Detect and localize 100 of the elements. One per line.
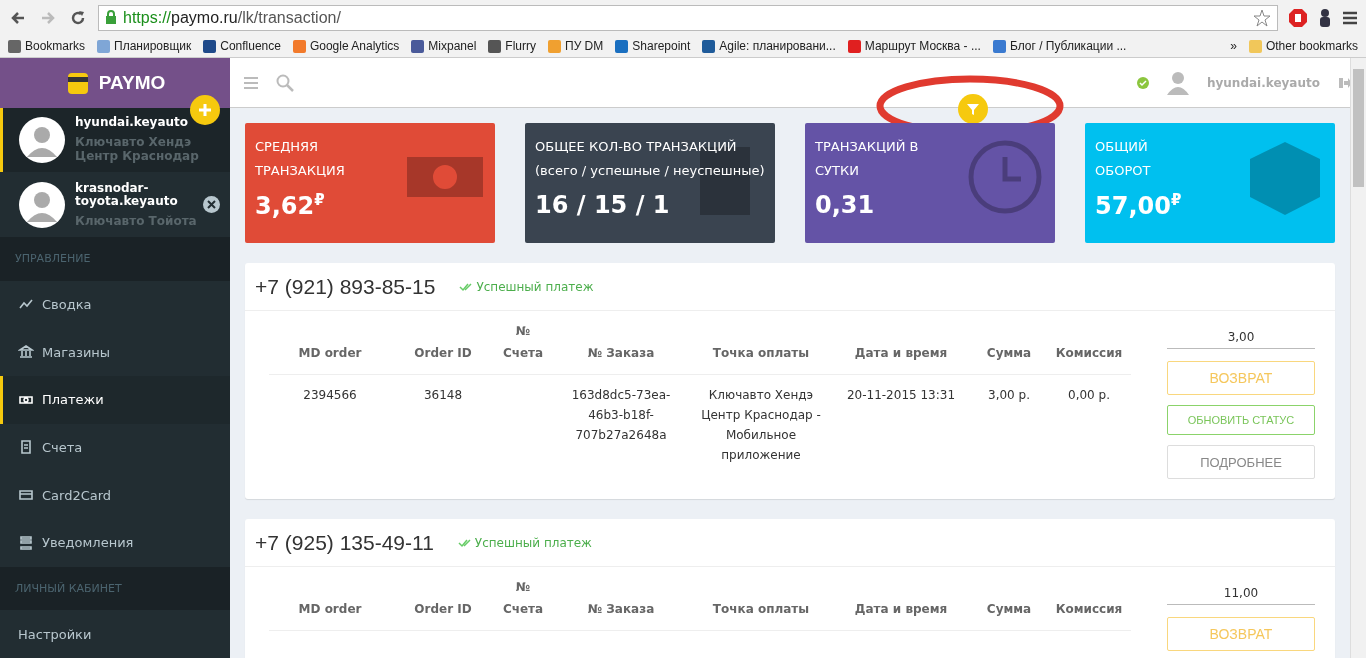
close-icon <box>207 200 216 210</box>
table-cell: 3,00 р. <box>988 388 1030 402</box>
section-title: УПРАВЛЕНИЕ <box>0 236 230 281</box>
nav-icon <box>18 439 34 456</box>
bookmark[interactable]: Confluence <box>203 39 281 53</box>
stat-title: ТРАНЗАКЦИЙ В <box>815 138 920 156</box>
table-cell: Ключавто Хендэ Центр Краснодар - Мобильное приложение <box>701 388 821 462</box>
account-name: Ключавто Хендэ Центр Краснодар <box>75 135 199 164</box>
phone-number: +7 (925) 135-49-11 <box>255 530 434 555</box>
stat-value: 57,00$^{₽}$ <box>1095 191 1183 220</box>
stat-title: ТРАНЗАКЦИЯ <box>255 162 346 180</box>
stat-value: 16 / 15 / 1 <box>535 191 671 219</box>
column-header: Сумма <box>986 601 1032 618</box>
bookmark-icon <box>992 39 1006 53</box>
bookmark[interactable]: Google Analytics <box>292 39 400 53</box>
stat-title: СРЕДНЯЯ <box>255 138 320 156</box>
table-cell: 0,00 р. <box>1068 388 1110 402</box>
extension-icon[interactable] <box>1318 7 1332 28</box>
column-header: Сумма <box>986 345 1032 362</box>
bookmark[interactable]: Планировщик <box>97 39 192 53</box>
double-check-icon <box>457 537 472 548</box>
address-bar[interactable]: https://paymo.ru/lk/transaction/ <box>98 4 1278 31</box>
bookmark-icon <box>411 39 425 53</box>
column-header: № Счета <box>501 579 545 618</box>
column-header: MD order <box>298 345 362 362</box>
nav-icon <box>18 344 34 361</box>
filter-button[interactable] <box>958 94 988 124</box>
close-button[interactable] <box>203 196 220 214</box>
plus-icon <box>198 103 212 117</box>
section-title: ЛИЧНЫЙ КАБИНЕТ <box>0 566 230 611</box>
bookmark[interactable]: Блог / Публикации ... <box>992 39 1127 53</box>
stat-title: СУТКИ <box>815 162 860 180</box>
other-bookmarks[interactable]: Other bookmarks <box>1248 39 1358 53</box>
bookmark-icon <box>847 39 861 53</box>
bookmark[interactable]: Bookmarks <box>8 39 86 53</box>
table-cell: 36148 <box>423 388 463 402</box>
bookmark[interactable]: Agile: планировани... <box>702 39 836 53</box>
stat-title: ОБОРОТ <box>1095 162 1152 180</box>
nav-item[interactable]: Уведомления <box>0 518 230 567</box>
status-label: Успешный платеж <box>457 535 592 550</box>
column-header: Точка оплаты <box>712 601 810 618</box>
account-login: hyundai.keyauto <box>75 116 190 130</box>
bookmark-icon <box>615 39 629 53</box>
bookmark-icon <box>8 39 21 53</box>
column-header: Точка оплаты <box>712 345 810 362</box>
column-header: № Заказа <box>587 601 655 618</box>
bookmark-icon <box>292 39 306 53</box>
bookmark[interactable]: Flurry <box>488 39 537 53</box>
column-header: № Счета <box>501 323 545 362</box>
account-name: Ключавто Тойота <box>75 213 198 228</box>
online-status-icon <box>1136 76 1149 89</box>
menu-icon[interactable] <box>1342 10 1358 25</box>
table-cell: 2394566 <box>303 388 357 402</box>
bookmark[interactable]: Sharepoint <box>615 39 691 53</box>
bookmark[interactable]: Маршрут Москва - ... <box>847 39 981 53</box>
nav-item[interactable]: Платежи <box>0 375 230 424</box>
column-header: Комиссия <box>1055 601 1123 618</box>
avatar-icon <box>19 116 65 163</box>
url-text: https://paymo.ru/lk/transaction/ <box>123 8 341 27</box>
stat-title: ОБЩЕЕ КОЛ-ВО ТРАНЗАКЦИЙ <box>535 138 738 156</box>
nav-item[interactable]: Счета <box>0 423 230 472</box>
bookmark-icon <box>97 39 111 53</box>
nav-item[interactable]: Магазины <box>0 328 230 376</box>
account-item[interactable]: hyundai.keyauto Ключавто Хендэ Центр Краснодар <box>0 107 230 173</box>
scrollbar[interactable] <box>1350 58 1366 658</box>
star-icon[interactable] <box>1253 8 1271 27</box>
column-header: Order ID <box>414 345 472 362</box>
column-header: Дата и время <box>854 601 948 618</box>
nav-item[interactable]: Card2Card <box>0 471 230 519</box>
stat-value: 3,62$^{₽}$ <box>255 191 326 220</box>
folder-icon <box>1248 39 1262 53</box>
nav-item[interactable]: Сводка <box>0 280 230 329</box>
column-header: Дата и время <box>854 345 948 362</box>
bookmark[interactable]: Mixpanel <box>411 39 477 53</box>
stat-title: ОБЩИЙ <box>1095 138 1149 156</box>
action-button[interactable]: ПОДРОБНЕЕ <box>1167 445 1315 479</box>
account-login: krasnodar-toyota.keyauto <box>75 181 179 208</box>
column-header: MD order <box>298 601 362 618</box>
table-cell: 20-11-2015 13:31 <box>846 388 956 402</box>
phone-number: +7 (921) 893-85-15 <box>255 274 436 299</box>
stat-title: (всего / успешные / неуспешные) <box>535 162 765 180</box>
filter-icon <box>966 102 980 116</box>
stat-value: 0,31 <box>815 191 876 219</box>
column-header: Order ID <box>414 601 472 618</box>
column-header: Комиссия <box>1055 345 1123 362</box>
stop-sign-icon[interactable] <box>1288 7 1308 28</box>
lock-icon <box>105 10 117 25</box>
bookmarks-overflow[interactable]: » <box>1230 39 1237 53</box>
table-cell: 163d8dc5-73ea-46b3-b18f-707b27a2648a <box>571 388 671 442</box>
bookmark[interactable]: ПУ DM <box>548 39 604 53</box>
bookmark-icon <box>488 39 502 53</box>
nav-item[interactable]: Настройки <box>0 610 230 658</box>
bookmark-icon <box>702 39 716 53</box>
user-avatar-icon <box>1166 70 1189 95</box>
nav-icon <box>18 534 34 551</box>
logo-text: PAYMO <box>98 71 166 94</box>
status-label: Успешный платеж <box>459 279 594 294</box>
column-header: № Заказа <box>587 345 655 362</box>
bookmark-icon <box>203 39 217 53</box>
bookmark-icon <box>548 39 562 53</box>
